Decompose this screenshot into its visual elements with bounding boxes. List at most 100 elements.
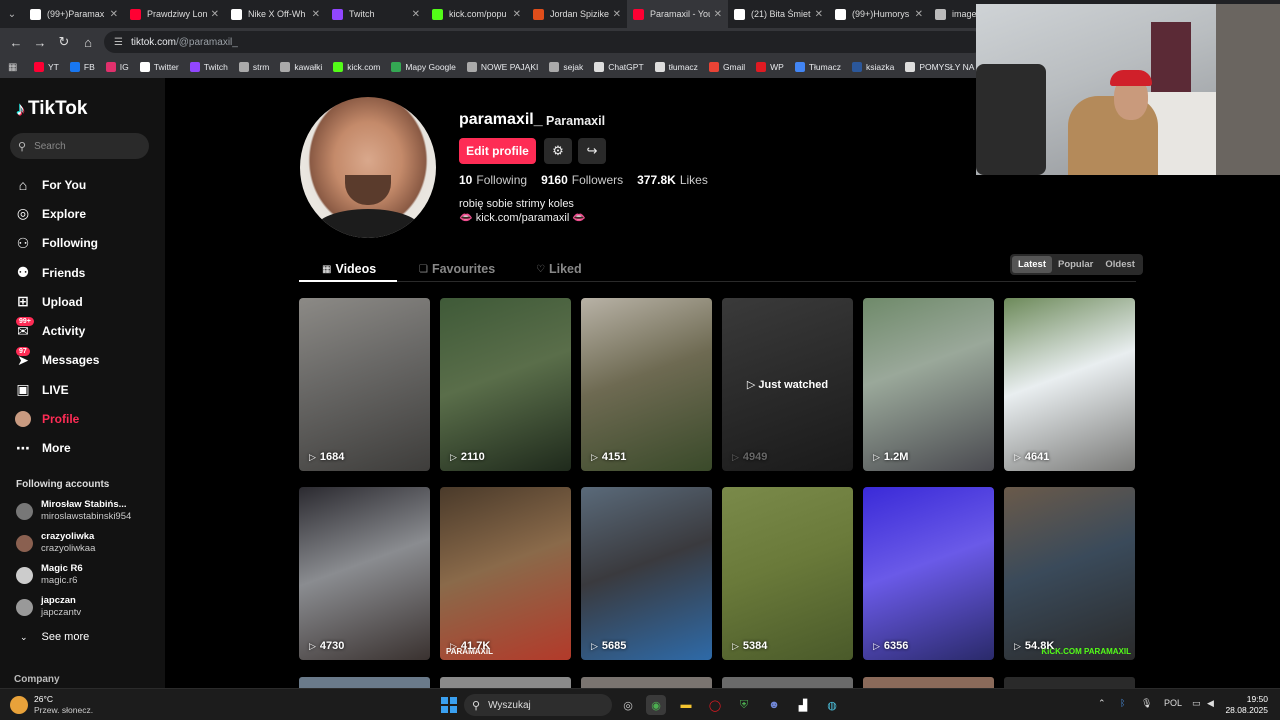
close-icon[interactable]: ✕	[613, 9, 621, 20]
forward-icon[interactable]: →	[28, 35, 52, 50]
following-account[interactable]: crazyoliwka crazyoliwkaa	[16, 531, 95, 555]
bookmark-item[interactable]: ksiazka	[851, 62, 894, 72]
discord-icon[interactable]: ☻	[764, 695, 784, 715]
bio-link[interactable]: 👄 kick.com/paramaxil 👄	[459, 211, 586, 225]
chrome-icon[interactable]: ◉	[646, 695, 666, 715]
microphone-icon[interactable]: 🎙	[1141, 698, 1152, 709]
video-thumbnail[interactable]: KICK.COM PARAMAXIL ▷ 54.8K	[1004, 487, 1135, 660]
sidebar-item-friends[interactable]: ⚉ Friends	[14, 258, 99, 287]
sort-latest[interactable]: Latest	[1012, 256, 1052, 273]
browser-tab[interactable]: (99+)Paramax ✕	[24, 0, 124, 28]
tab-videos[interactable]: ▦ Videos	[322, 256, 376, 282]
globe-app-icon[interactable]: ◍	[822, 695, 842, 715]
bookmark-item[interactable]: Gmail	[708, 62, 745, 72]
close-icon[interactable]: ✕	[412, 9, 420, 20]
video-thumbnail[interactable]: ▷ 4151	[581, 298, 712, 471]
close-icon[interactable]: ✕	[312, 9, 320, 20]
close-icon[interactable]: ✕	[815, 9, 823, 20]
bookmark-item[interactable]: WP	[756, 62, 784, 72]
browser-tab[interactable]: Nike X Off-Wh ✕	[225, 0, 326, 28]
sidebar-item-profile[interactable]: Profile	[14, 404, 99, 433]
tiktok-logo[interactable]: ♪ TikTok	[16, 98, 87, 120]
bookmark-item[interactable]: tłumacz	[654, 62, 698, 72]
video-thumbnail[interactable]: ▷ 4641	[1004, 298, 1135, 471]
bluetooth-icon[interactable]: ᛒ	[1120, 698, 1125, 708]
profile-avatar[interactable]	[300, 97, 436, 238]
steam-icon[interactable]: ◎	[618, 695, 638, 715]
browser-tab[interactable]: kick.com/popu ✕	[426, 0, 527, 28]
windows-start-icon[interactable]	[441, 697, 457, 713]
browser-tab[interactable]: (99+)Humorys ✕	[829, 0, 929, 28]
sidebar-item-explore[interactable]: ◎ Explore	[14, 199, 99, 228]
bookmark-item[interactable]: Tłumacz	[794, 62, 841, 72]
sidebar-item-for-you[interactable]: ⌂ For You	[14, 170, 99, 199]
bookmark-item[interactable]: strm	[238, 62, 269, 72]
close-icon[interactable]: ✕	[110, 9, 118, 20]
opera-icon[interactable]: ◯	[705, 695, 725, 715]
sort-oldest[interactable]: Oldest	[1099, 256, 1141, 273]
browser-tab[interactable]: Jordan Spizike ✕	[527, 0, 627, 28]
video-thumbnail[interactable]: ▷ Just watched ▷ 4949	[722, 298, 853, 471]
video-thumbnail-partial[interactable]	[722, 677, 853, 688]
search-input[interactable]: ⚲ Search	[10, 133, 149, 159]
share-icon[interactable]: ↪	[578, 138, 606, 164]
bookmark-item[interactable]: kick.com	[333, 62, 380, 72]
video-thumbnail-partial[interactable]	[581, 677, 712, 688]
edit-profile-button[interactable]: Edit profile	[459, 138, 536, 164]
volume-icon[interactable]: ◀	[1207, 698, 1214, 709]
following-account[interactable]: Mirosław Stabińs... miroslawstabinski954	[16, 499, 131, 523]
video-thumbnail[interactable]: ▷ 5384	[722, 487, 853, 660]
browser-tab[interactable]: (21) Bita Śmiet ✕	[728, 0, 829, 28]
tab-liked[interactable]: ♡ Liked	[536, 256, 582, 282]
site-info-icon[interactable]: ☰	[114, 37, 123, 48]
sidebar-item-activity[interactable]: ✉ Activity 99+	[14, 316, 99, 345]
folder-icon[interactable]: ▬	[676, 695, 696, 715]
video-thumbnail[interactable]: ▷ 4730	[299, 487, 430, 660]
see-more-button[interactable]: ⌄ See more	[20, 631, 89, 643]
company-link[interactable]: Company	[14, 674, 60, 685]
apps-grid-icon[interactable]: ▦	[8, 62, 20, 73]
close-icon[interactable]: ✕	[211, 9, 219, 20]
bookmark-item[interactable]: Mapy Google	[391, 62, 456, 72]
close-icon[interactable]: ✕	[513, 9, 521, 20]
browser-tab[interactable]: Twitch ✕	[326, 0, 426, 28]
following-account[interactable]: Magic R6 magic.r6	[16, 563, 83, 587]
video-thumbnail-partial[interactable]	[299, 677, 430, 688]
sidebar-item-upload[interactable]: ⊞ Upload	[14, 287, 99, 316]
close-icon[interactable]: ✕	[915, 9, 923, 20]
close-icon[interactable]: ✕	[714, 9, 722, 20]
network-icon[interactable]: ▭	[1192, 698, 1201, 709]
bookmark-item[interactable]: Twitter	[139, 62, 179, 72]
taskbar-search[interactable]: ⚲ Wyszukaj	[464, 694, 612, 716]
video-thumbnail[interactable]: ▷ 6356	[863, 487, 994, 660]
bookmark-item[interactable]: IG	[105, 62, 129, 72]
reload-icon[interactable]: ↻	[52, 34, 76, 50]
following-account[interactable]: japczan japczantv	[16, 595, 81, 619]
sidebar-item-live[interactable]: ▣ LIVE	[14, 375, 99, 404]
sort-popular[interactable]: Popular	[1052, 256, 1099, 273]
bookmark-item[interactable]: ChatGPT	[594, 62, 644, 72]
weather-widget[interactable]: 26°C Przew. słonecz.	[10, 694, 93, 716]
following-stat[interactable]: 10 Following	[459, 173, 527, 187]
back-icon[interactable]: ←	[4, 35, 28, 50]
taskbar-clock[interactable]: 19:50 28.08.2025	[1225, 694, 1268, 716]
video-thumbnail[interactable]: PARAMAXIL ▷ 41.7K	[440, 487, 571, 660]
sidebar-item-more[interactable]: ⋯ More	[14, 434, 99, 463]
browser-tab[interactable]: Prawdziwy Lon ✕	[124, 0, 225, 28]
video-thumbnail-partial[interactable]	[863, 677, 994, 688]
tab-search-icon[interactable]: ⌄	[0, 0, 24, 28]
video-thumbnail-partial[interactable]	[440, 677, 571, 688]
browser-tab[interactable]: Paramaxil - You ✕	[627, 0, 728, 28]
sidebar-item-following[interactable]: ⚇ Following	[14, 229, 99, 258]
video-thumbnail[interactable]: ▷ 2110	[440, 298, 571, 471]
bookmark-item[interactable]: NOWE PAJĄKI	[466, 62, 538, 72]
settings-gear-icon[interactable]: ⚙	[544, 138, 572, 164]
url-input[interactable]: ☰ tiktok.com/@paramaxil_	[104, 31, 984, 53]
video-thumbnail[interactable]: ▷ 5685	[581, 487, 712, 660]
bookmark-item[interactable]: kawałki	[280, 62, 322, 72]
vpn-shield-icon[interactable]: ⛨	[734, 695, 754, 715]
followers-stat[interactable]: 9160 Followers	[541, 173, 623, 187]
bookmark-item[interactable]: YT	[34, 62, 59, 72]
video-thumbnail-partial[interactable]	[1004, 677, 1135, 688]
tab-favourites[interactable]: ❏ Favourites	[419, 256, 495, 282]
